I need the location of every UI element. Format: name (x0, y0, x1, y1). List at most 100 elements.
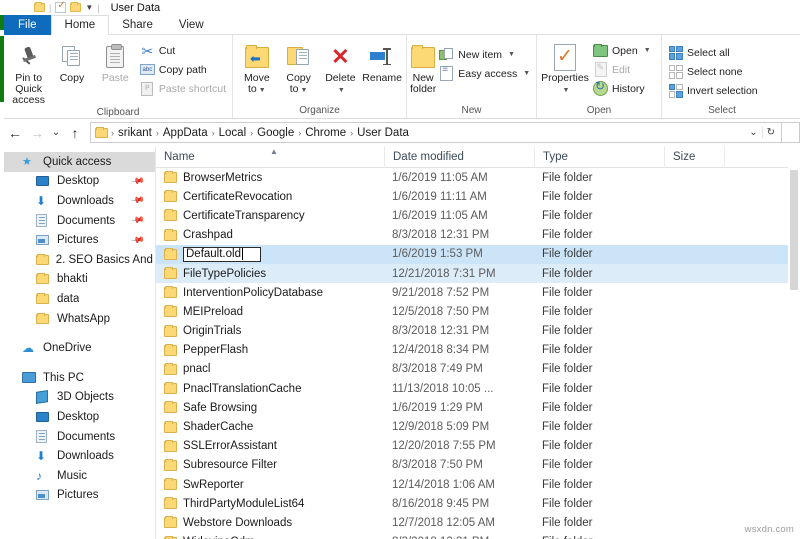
refresh-icon[interactable]: ↻ (761, 127, 779, 138)
pin-to-quick-access-button[interactable]: Pin to Quick access (7, 39, 50, 106)
table-row[interactable]: BrowserMetrics 1/6/2019 11:05 AM File fo… (156, 168, 800, 187)
chevron-down-icon[interactable]: ▼ (523, 70, 530, 77)
table-row[interactable]: Safe Browsing 1/6/2019 1:29 PM File fold… (156, 398, 800, 417)
delete-button[interactable]: ✕ Delete ▼ (320, 39, 362, 96)
column-header-type[interactable]: Type (534, 146, 664, 168)
breadcrumb-item-local[interactable]: Local (216, 127, 250, 139)
new-folder-button[interactable]: New folder (410, 39, 436, 95)
cut-button[interactable]: ✂ Cut (137, 41, 229, 60)
search-input[interactable] (782, 122, 800, 143)
edit-button[interactable]: Edit (590, 60, 654, 79)
breadcrumb-item-srikant[interactable]: srikant (115, 127, 155, 139)
chevron-down-icon[interactable]: ▼ (563, 87, 570, 94)
table-row[interactable]: CertificateRevocation 1/6/2019 11:11 AM … (156, 187, 800, 206)
sidebar-item-pc-documents[interactable]: Documents (4, 427, 155, 447)
chevron-down-icon[interactable]: ▼ (508, 51, 515, 58)
sidebar-item-label: This PC (43, 371, 84, 384)
table-row[interactable]: MEIPreload 12/5/2018 7:50 PM File folder (156, 302, 800, 321)
sidebar-item-3d-objects[interactable]: 3D Objects (4, 388, 155, 408)
sidebar-item-quick-access[interactable]: ★ Quick access (4, 152, 155, 172)
navigation-pane: ★ Quick access Desktop 📌 ⬇ Downloads 📌 D… (4, 146, 156, 539)
table-row[interactable]: Webstore Downloads 12/7/2018 12:05 AM Fi… (156, 513, 800, 532)
scrollbar-thumb[interactable] (790, 170, 798, 290)
table-row[interactable]: WidevineCdm 8/3/2018 12:31 PM File folde… (156, 533, 800, 539)
sidebar-item-data[interactable]: data (4, 289, 155, 309)
paste-shortcut-button[interactable]: P Paste shortcut (137, 79, 229, 98)
file-name: FileTypePolicies (183, 267, 267, 280)
properties-icon[interactable] (55, 0, 67, 13)
chevron-down-icon[interactable]: ▼ (644, 47, 651, 54)
table-row[interactable]: FileTypePolicies 12/21/2018 7:31 PM File… (156, 263, 800, 284)
move-to-label-line2: to (248, 83, 257, 95)
sidebar-item-onedrive[interactable]: ☁ OneDrive (4, 338, 155, 358)
move-to-button[interactable]: ⬅ Move to ▼ (236, 39, 278, 96)
easy-access-button[interactable]: Easy access ▼ (436, 64, 533, 83)
table-row[interactable]: CertificateTransparency 1/6/2019 11:05 A… (156, 206, 800, 225)
table-row[interactable]: SwReporter 12/14/2018 1:06 AM File folde… (156, 475, 800, 494)
sidebar-item-downloads[interactable]: ⬇ Downloads 📌 (4, 191, 155, 211)
sidebar-item-pc-downloads[interactable]: ⬇ Downloads (4, 446, 155, 466)
table-row[interactable]: ShaderCache 12/9/2018 5:09 PM File folde… (156, 417, 800, 436)
up-button[interactable]: ↑ (64, 122, 86, 144)
recent-locations-button[interactable]: ⌄ (48, 122, 64, 144)
select-none-button[interactable]: Select none (665, 62, 761, 81)
breadcrumb-item-chrome[interactable]: Chrome (302, 127, 349, 139)
sidebar-item-bhakti[interactable]: bhakti (4, 270, 155, 290)
address-history-dropdown[interactable]: ⌄ (745, 127, 761, 138)
folder-icon (36, 253, 52, 265)
table-row[interactable]: OriginTrials 8/3/2018 12:31 PM File fold… (156, 322, 800, 341)
chevron-down-icon[interactable]: ▼ (301, 87, 308, 94)
column-header-size[interactable]: Size (664, 146, 724, 168)
sidebar-item-desktop[interactable]: Desktop 📌 (4, 172, 155, 192)
column-header-date-modified[interactable]: Date modified (384, 146, 534, 168)
chevron-down-icon[interactable]: ▼ (259, 87, 266, 94)
rename-input[interactable]: Default.old (183, 246, 261, 262)
copy-button[interactable]: Copy (50, 39, 93, 84)
table-row[interactable]: Crashpad 8/3/2018 12:31 PM File folder (156, 226, 800, 245)
table-row[interactable]: pnacl 8/3/2018 7:49 PM File folder (156, 360, 800, 379)
new-item-button[interactable]: New item ▼ (436, 45, 533, 64)
table-row-renaming[interactable]: Default.old 1/6/2019 1:53 PM File folder (156, 244, 800, 264)
copy-path-button[interactable]: abc Copy path (137, 60, 229, 79)
breadcrumb-item-google[interactable]: Google (254, 127, 297, 139)
tab-file[interactable]: File (4, 15, 51, 35)
breadcrumb-item-user-data[interactable]: User Data (354, 127, 412, 139)
sidebar-item-label: Music (57, 469, 88, 482)
invert-selection-button[interactable]: Invert selection (665, 81, 761, 100)
forward-button[interactable]: → (26, 122, 48, 144)
sidebar-item-this-pc[interactable]: This PC (4, 368, 155, 388)
paste-shortcut-label: Paste shortcut (158, 82, 227, 95)
folder-icon[interactable] (34, 2, 45, 12)
sidebar-item-whatsapp[interactable]: WhatsApp (4, 309, 155, 329)
tab-share[interactable]: Share (109, 15, 166, 35)
sidebar-item-pc-music[interactable]: ♪ Music (4, 466, 155, 486)
tab-home[interactable]: Home (50, 15, 110, 35)
tab-view[interactable]: View (166, 15, 217, 35)
new-folder-icon[interactable] (70, 2, 82, 12)
table-row[interactable]: ThirdPartyModuleList64 8/16/2018 9:45 PM… (156, 494, 800, 513)
address-breadcrumb-field[interactable]: › srikant › AppData › Local › Google › C… (90, 122, 782, 143)
sidebar-item-pc-desktop[interactable]: Desktop (4, 407, 155, 427)
select-all-button[interactable]: Select all (665, 43, 761, 62)
copy-to-button[interactable]: Copy to ▼ (278, 39, 320, 96)
sidebar-item-pc-pictures[interactable]: Pictures (4, 486, 155, 506)
history-button[interactable]: History (590, 79, 654, 98)
breadcrumb-item-appdata[interactable]: AppData (160, 127, 211, 139)
table-row[interactable]: InterventionPolicyDatabase 9/21/2018 7:5… (156, 283, 800, 302)
table-row[interactable]: PnaclTranslationCache 11/13/2018 10:05 .… (156, 379, 800, 398)
back-button[interactable]: ← (4, 122, 26, 144)
paste-button[interactable]: Paste (94, 39, 137, 84)
vertical-scrollbar[interactable] (788, 146, 800, 539)
sidebar-item-seo-basics[interactable]: 2. SEO Basics And Ir (4, 250, 155, 270)
properties-button[interactable]: Properties ▼ (540, 39, 590, 96)
table-row[interactable]: Subresource Filter 8/3/2018 7:50 PM File… (156, 456, 800, 475)
table-row[interactable]: SSLErrorAssistant 12/20/2018 7:55 PM Fil… (156, 437, 800, 456)
chevron-down-icon[interactable]: ▼ (338, 87, 345, 94)
open-button[interactable]: Open ▼ (590, 41, 654, 60)
column-header-name[interactable]: Name ▲ (156, 146, 384, 168)
sidebar-item-documents[interactable]: Documents 📌 (4, 211, 155, 231)
table-row[interactable]: PepperFlash 12/4/2018 8:34 PM File folde… (156, 341, 800, 360)
chevron-down-icon[interactable]: ▼ (85, 3, 93, 12)
rename-button[interactable]: Rename (361, 39, 403, 84)
sidebar-item-pictures[interactable]: Pictures 📌 (4, 230, 155, 250)
